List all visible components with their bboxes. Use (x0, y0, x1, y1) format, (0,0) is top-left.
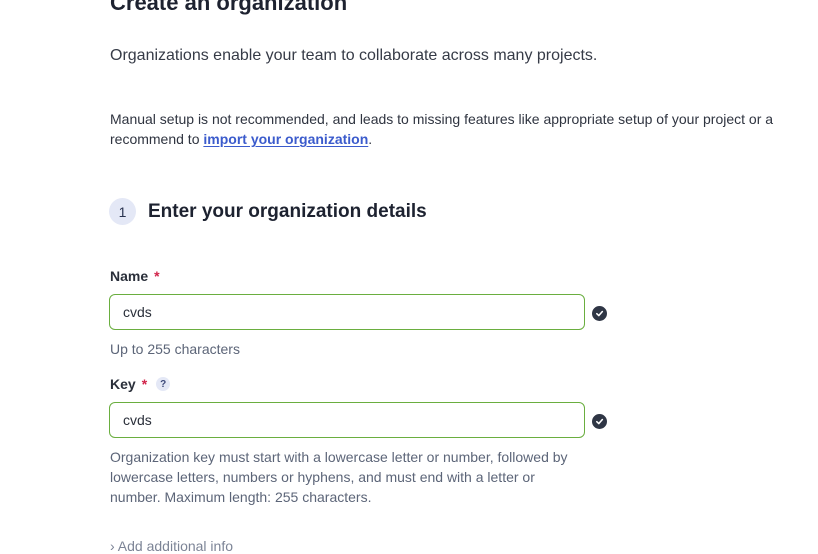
step-number-badge: 1 (109, 198, 136, 225)
key-hint-line: lowercase letters, numbers or hyphens, a… (110, 469, 535, 485)
key-hint: Organization key must start with a lower… (110, 447, 568, 507)
key-label-text: Key (110, 376, 136, 392)
key-input[interactable] (110, 403, 584, 437)
warning-line-1: Manual setup is not recommended, and lea… (110, 111, 774, 127)
step-title: Enter your organization details (148, 200, 427, 222)
step-header: 1 Enter your organization details (109, 198, 427, 225)
key-hint-line: Organization key must start with a lower… (110, 449, 568, 465)
name-label-text: Name (110, 268, 149, 284)
chevron-right-icon: › (110, 538, 115, 554)
name-input[interactable] (110, 295, 584, 329)
warning-prefix: recommend to (110, 131, 204, 147)
key-label: Key * ? (110, 376, 171, 392)
add-additional-info-label: Add additional info (117, 538, 233, 554)
required-asterisk: * (141, 376, 148, 392)
name-valid-check-icon (592, 306, 607, 321)
name-hint: Up to 255 characters (110, 339, 240, 359)
add-additional-info-toggle[interactable]: › Add additional info (110, 538, 233, 554)
name-hint-text: Up to 255 characters (110, 341, 240, 357)
warning-line-2: recommend to import your organization. (110, 129, 818, 149)
key-hint-line: number. Maximum length: 255 characters. (110, 489, 372, 505)
page-title: Create an organization (110, 0, 348, 15)
import-organization-link[interactable]: import your organization (203, 131, 368, 147)
intro-text: Organizations enable your team to collab… (110, 47, 598, 64)
key-field-box (109, 402, 585, 438)
key-valid-check-icon (592, 414, 607, 429)
required-asterisk: * (154, 268, 160, 284)
name-label: Name * (110, 268, 160, 284)
warning-suffix: . (368, 131, 373, 147)
manual-setup-warning: Manual setup is not recommended, and lea… (110, 109, 818, 149)
help-icon[interactable]: ? (156, 377, 171, 391)
name-field-box (109, 294, 585, 330)
